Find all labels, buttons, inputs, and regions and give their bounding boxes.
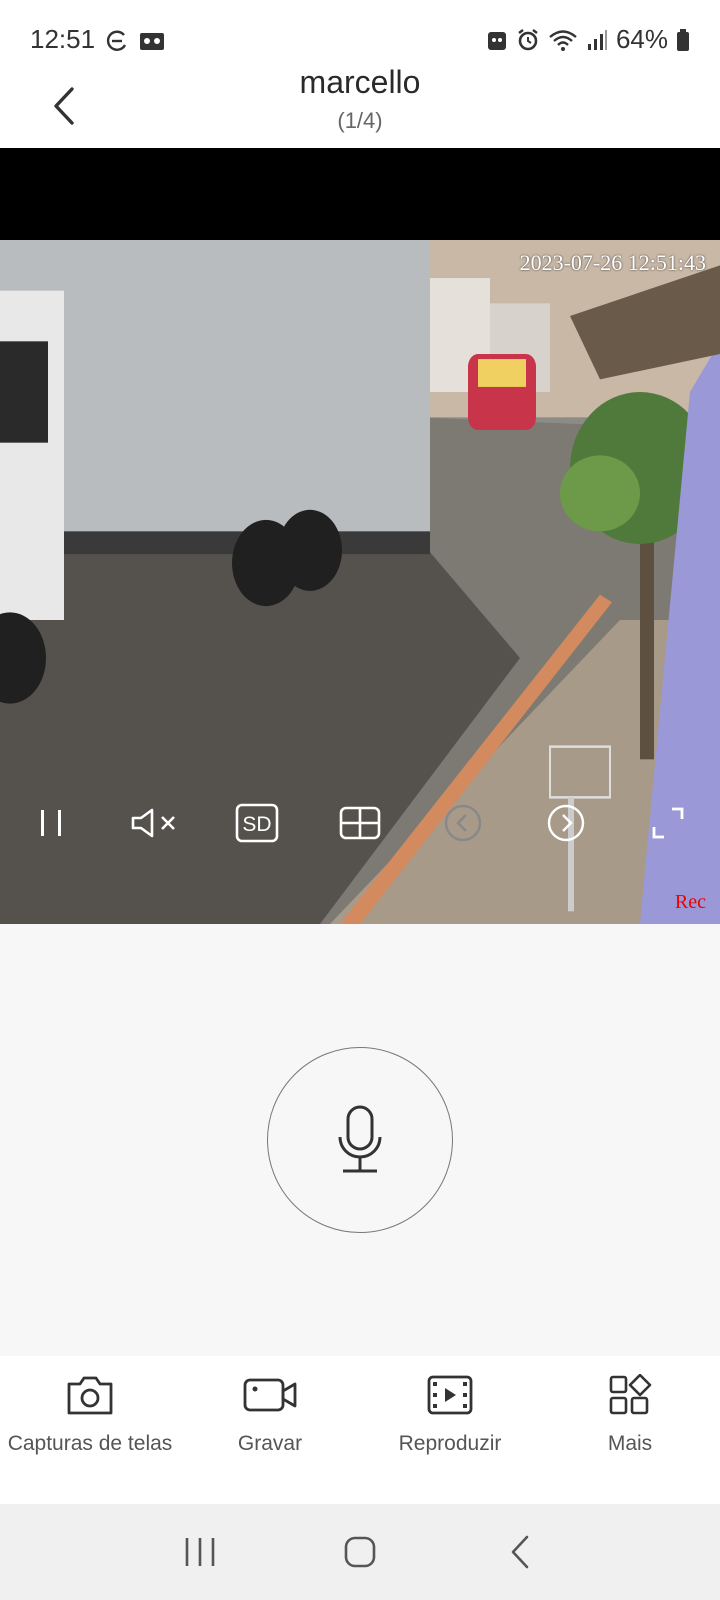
mute-button[interactable] <box>126 795 182 851</box>
record-button[interactable]: Gravar <box>180 1356 360 1504</box>
grid-view-icon <box>339 806 381 840</box>
camera-index: (1/4) <box>337 108 383 133</box>
previous-camera-icon <box>444 804 481 842</box>
mute-icon <box>131 808 176 838</box>
talk-button[interactable] <box>267 1047 453 1233</box>
screenshot-button[interactable]: Capturas de telas <box>0 1356 180 1504</box>
previous-camera-button[interactable] <box>435 795 491 851</box>
page-title: marcello <box>299 64 421 100</box>
video-controls: SD <box>0 778 720 868</box>
recent-apps-button[interactable] <box>170 1522 230 1582</box>
fullscreen-icon <box>653 807 684 839</box>
battery-icon <box>677 28 689 51</box>
robot-icon <box>487 31 506 50</box>
more-apps-icon <box>609 1374 652 1415</box>
svg-text:SD: SD <box>243 813 272 836</box>
sd-quality-button[interactable]: SD <box>229 795 285 851</box>
record-label: Gravar <box>237 1432 303 1455</box>
playback-button[interactable]: Reproduzir <box>360 1356 540 1504</box>
pause-icon <box>41 810 62 836</box>
video-timestamp: 2023-07-26 12:51:43 <box>519 250 706 275</box>
rec-indicator: Rec <box>674 891 706 913</box>
data-saver-icon <box>106 30 127 51</box>
more-button[interactable]: Mais <box>540 1356 720 1504</box>
video-record-icon <box>243 1378 297 1412</box>
home-icon <box>344 1536 376 1568</box>
wifi-icon <box>549 29 577 51</box>
system-nav-bar <box>0 1504 720 1600</box>
sd-quality-icon: SD <box>235 803 279 843</box>
grid-view-button[interactable] <box>332 795 388 851</box>
system-back-button[interactable] <box>490 1522 550 1582</box>
signal-icon <box>587 29 607 50</box>
fullscreen-button[interactable] <box>640 795 696 851</box>
playback-label: Reproduzir <box>398 1432 502 1455</box>
voicemail-icon <box>140 33 164 50</box>
action-bar: Capturas de telas Gravar Reproduzir Mais <box>0 1356 720 1504</box>
camera-icon <box>67 1376 113 1415</box>
microphone-icon <box>338 1105 382 1173</box>
status-time: 12:51 <box>30 24 96 54</box>
playback-icon <box>427 1375 473 1415</box>
home-button[interactable] <box>330 1522 390 1582</box>
alarm-icon <box>518 28 538 50</box>
recent-apps-icon <box>185 1538 215 1566</box>
back-icon <box>511 1535 529 1569</box>
more-label: Mais <box>607 1432 653 1455</box>
header: marcello (1/4) <box>0 60 720 148</box>
next-camera-icon <box>547 804 584 842</box>
pause-button[interactable] <box>23 795 79 851</box>
battery-percent: 64% <box>615 24 668 54</box>
video-player[interactable]: 2023-07-26 12:51:43 Rec SD <box>0 148 720 924</box>
screenshot-label: Capturas de telas <box>7 1432 173 1455</box>
next-camera-button[interactable] <box>538 795 594 851</box>
